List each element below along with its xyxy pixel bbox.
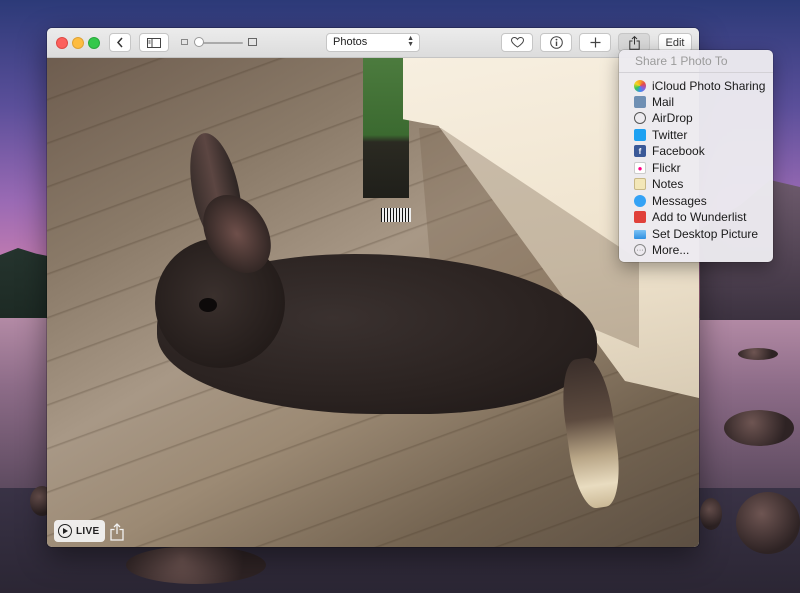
icloud-photo-sharing-icon xyxy=(634,80,646,92)
mail-icon xyxy=(634,96,646,108)
share-icon[interactable] xyxy=(110,523,124,541)
twitter-icon xyxy=(634,129,646,141)
zoom-slider-knob[interactable] xyxy=(194,37,204,47)
share-icon xyxy=(628,35,640,50)
live-photo-badge[interactable]: LIVE xyxy=(54,520,106,542)
share-menu-item-set-desktop-picture[interactable]: Set Desktop Picture xyxy=(619,226,773,242)
zoom-in-icon xyxy=(248,38,257,46)
share-menu-item-airdrop[interactable]: AirDrop xyxy=(619,110,773,126)
view-select-value: Photos xyxy=(333,36,368,48)
share-menu-item-facebook[interactable]: f Facebook xyxy=(619,143,773,159)
photo-box xyxy=(363,58,409,198)
info-button[interactable] xyxy=(540,33,572,52)
notes-icon xyxy=(634,178,646,190)
updown-arrows-icon: ▲ ▼ xyxy=(407,35,414,48)
live-photo-icon xyxy=(58,524,72,538)
desktop-rock xyxy=(126,546,266,584)
facebook-icon: f xyxy=(634,145,646,157)
chevron-left-icon xyxy=(116,37,123,48)
favorite-button[interactable] xyxy=(501,33,533,52)
messages-icon xyxy=(634,195,646,207)
sidebar-icon xyxy=(147,37,161,48)
share-menu-item-wunderlist[interactable]: Add to Wunderlist xyxy=(619,209,773,225)
share-menu-item-twitter[interactable]: Twitter xyxy=(619,127,773,143)
share-menu-item-more[interactable]: ··· More... xyxy=(619,242,773,258)
sidebar-toggle-button[interactable] xyxy=(139,33,169,52)
flickr-icon: ● xyxy=(634,162,646,174)
wunderlist-icon xyxy=(634,211,646,223)
share-menu-item-messages[interactable]: Messages xyxy=(619,193,773,209)
close-window-button[interactable] xyxy=(56,37,68,49)
plus-icon xyxy=(590,37,600,48)
share-menu-header: Share 1 Photo To xyxy=(635,54,728,68)
info-icon xyxy=(549,36,563,49)
desktop-rock xyxy=(700,498,722,530)
menu-separator xyxy=(619,72,773,73)
back-button[interactable] xyxy=(109,33,131,52)
more-icon: ··· xyxy=(634,244,646,256)
minimize-window-button[interactable] xyxy=(72,37,84,49)
photo-view[interactable]: LIVE xyxy=(47,58,699,547)
share-menu: Share 1 Photo To iCloud Photo Sharing Ma… xyxy=(619,50,773,262)
view-select[interactable]: Photos ▲ ▼ xyxy=(326,33,420,52)
toolbar: Photos ▲ ▼ Edit xyxy=(47,28,699,58)
share-menu-item-notes[interactable]: Notes xyxy=(619,176,773,192)
add-button[interactable] xyxy=(579,33,611,52)
share-menu-item-mail[interactable]: Mail xyxy=(619,94,773,110)
desktop-rock xyxy=(736,492,800,554)
share-menu-item-icloud-photo-sharing[interactable]: iCloud Photo Sharing xyxy=(619,78,773,94)
photos-window: Photos ▲ ▼ Edit LIVE xyxy=(47,28,699,547)
desktop-rock xyxy=(724,410,794,446)
desktop-rock xyxy=(738,348,778,360)
heart-icon xyxy=(510,37,524,48)
zoom-out-icon xyxy=(181,39,188,45)
airdrop-icon xyxy=(634,112,646,124)
fullscreen-window-button[interactable] xyxy=(88,37,100,49)
bunny-eye xyxy=(199,298,217,312)
desktop-picture-icon xyxy=(634,229,646,239)
live-label: LIVE xyxy=(76,525,100,537)
photo-barcode xyxy=(381,208,411,222)
share-menu-item-flickr[interactable]: ● Flickr xyxy=(619,160,773,176)
